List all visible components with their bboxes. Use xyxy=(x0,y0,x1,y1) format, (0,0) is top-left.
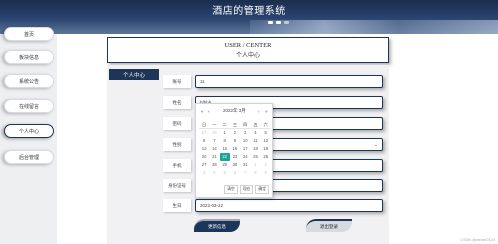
header-banner: 酒店的管理系统 xyxy=(0,0,498,34)
calendar-day[interactable]: 9 xyxy=(230,137,240,145)
date-picker-header: « ‹ 2022年 3月 › » xyxy=(196,108,272,114)
birthday-label: 生日 xyxy=(163,199,191,212)
calendar-day[interactable]: 21 xyxy=(209,153,219,161)
weekday-label: 日 xyxy=(199,121,210,129)
calendar-day[interactable]: 12 xyxy=(261,137,271,145)
sidebar-item-forum[interactable]: 板块信息 xyxy=(4,50,54,64)
calendar-day[interactable]: 14 xyxy=(209,145,219,153)
sidebar: 首页 板块信息 系统公告 在线留言 个人中心 后台管理 xyxy=(0,27,57,244)
year-month-label[interactable]: 2022年 3月 xyxy=(223,108,246,114)
calendar-week-row: 13 14 15 16 17 18 19 xyxy=(199,145,271,153)
calendar-day-selected[interactable]: 22 xyxy=(219,153,230,161)
calendar-day[interactable]: 6 xyxy=(199,137,209,145)
calendar-grid: 日一二三四五六 27 28 1 2 3 4 5 6 7 8 9 10 11 12 13 14 15 16 17 18 1… xyxy=(199,121,271,177)
carousel-dot[interactable] xyxy=(284,21,289,24)
calendar-day[interactable]: 30 xyxy=(230,161,240,169)
clear-button[interactable]: 清空 xyxy=(224,185,238,194)
birthday-input[interactable]: 2022-03-22 xyxy=(195,199,383,212)
calendar-day-outside[interactable]: 2 xyxy=(261,161,271,169)
watermark: CSDN @weixin0123 xyxy=(460,238,495,242)
calendar-day[interactable]: 20 xyxy=(199,153,209,161)
sidebar-item-messages[interactable]: 在线留言 xyxy=(4,99,54,113)
weekday-label: 六 xyxy=(260,121,271,129)
page-title-box: USER / CENTER 个人中心 xyxy=(107,37,389,63)
account-input[interactable]: 11 xyxy=(195,75,383,88)
calendar-day[interactable]: 8 xyxy=(220,137,230,145)
calendar-day[interactable]: 3 xyxy=(240,129,250,137)
sidebar-item-home[interactable]: 首页 xyxy=(4,27,54,41)
tab-profile[interactable]: 个人中心 xyxy=(109,69,159,80)
now-button[interactable]: 现在 xyxy=(239,185,254,194)
confirm-button[interactable]: 确定 xyxy=(255,185,269,194)
calendar-day[interactable]: 27 xyxy=(199,161,209,169)
weekday-label: 五 xyxy=(250,121,261,129)
prev-month-icon[interactable]: ‹ xyxy=(208,109,210,114)
weekday-label: 一 xyxy=(209,121,220,129)
calendar-day[interactable]: 4 xyxy=(250,129,260,137)
logout-button[interactable]: 退出登录 xyxy=(306,219,352,232)
account-label: 账号 xyxy=(163,75,191,88)
calendar-day[interactable]: 13 xyxy=(199,145,209,153)
page-title-en: USER / CENTER xyxy=(224,42,272,49)
calendar-day-outside[interactable]: 8 xyxy=(250,169,260,177)
calendar-day-outside[interactable]: 3 xyxy=(199,169,209,177)
calendar-week-row: 3456789 xyxy=(199,169,271,177)
calendar-day[interactable]: 19 xyxy=(261,145,271,153)
calendar-day[interactable]: 25 xyxy=(250,153,260,161)
weekday-label: 二 xyxy=(219,121,230,129)
weekday-header: 日一二三四五六 xyxy=(199,121,271,129)
date-picker-popup: « ‹ 2022年 3月 › » 日一二三四五六 27 28 1 2 3 4 5 6 7 8 9 10… xyxy=(195,103,273,198)
calendar-day-outside[interactable]: 1 xyxy=(250,161,260,169)
calendar-day-outside[interactable]: 9 xyxy=(261,169,271,177)
calendar-week-row: 27 28 29 30 31 1 2 xyxy=(199,161,271,169)
calendar-day[interactable]: 31 xyxy=(240,161,250,169)
calendar-day[interactable]: 28 xyxy=(209,161,219,169)
sidebar-item-profile[interactable]: 个人中心 xyxy=(4,124,54,138)
sidebar-item-announcements[interactable]: 系统公告 xyxy=(4,74,54,88)
phone-label: 手机 xyxy=(163,159,191,172)
calendar-day[interactable]: 18 xyxy=(250,145,260,153)
calendar-day[interactable]: 5 xyxy=(261,129,271,137)
page-title-cn: 个人中心 xyxy=(235,53,260,59)
next-month-icon[interactable]: › xyxy=(258,109,260,114)
calendar-week-row: 27 28 1 2 3 4 5 xyxy=(199,129,271,137)
id-card-label: 身份证号 xyxy=(163,179,191,192)
weekday-label: 三 xyxy=(229,121,241,129)
weekday-label: 四 xyxy=(240,121,251,129)
update-info-button[interactable]: 更新信息 xyxy=(194,219,240,232)
calendar-day[interactable]: 15 xyxy=(220,145,230,153)
calendar-day-outside[interactable]: 28 xyxy=(209,129,219,137)
carousel-dot[interactable] xyxy=(268,21,273,24)
site-title: 酒店的管理系统 xyxy=(212,6,286,17)
calendar-day[interactable]: 23 xyxy=(230,153,240,161)
calendar-day-outside[interactable]: 6 xyxy=(230,169,240,177)
calendar-day[interactable]: 10 xyxy=(240,137,250,145)
calendar-day-outside[interactable]: 7 xyxy=(240,169,250,177)
date-picker-footer: 清空 现在 确定 xyxy=(224,185,269,194)
calendar-day[interactable]: 11 xyxy=(250,137,260,145)
password-label: 密码 xyxy=(163,117,191,130)
carousel-indicators[interactable] xyxy=(268,21,289,24)
gender-label: 性别 xyxy=(163,138,191,151)
calendar-day[interactable]: 26 xyxy=(261,153,271,161)
calendar-day[interactable]: 24 xyxy=(240,153,250,161)
calendar-week-row: 20 21 22 23 24 25 26 xyxy=(199,153,271,161)
calendar-day[interactable]: 29 xyxy=(220,161,230,169)
calendar-day-outside[interactable]: 4 xyxy=(209,169,219,177)
calendar-day-outside[interactable]: 27 xyxy=(199,129,209,137)
next-year-icon[interactable]: » xyxy=(265,109,268,114)
prev-year-icon[interactable]: « xyxy=(201,109,204,114)
calendar-day-outside[interactable]: 5 xyxy=(220,169,230,177)
name-label: 姓名 xyxy=(163,96,191,109)
calendar-day[interactable]: 1 xyxy=(220,129,230,137)
calendar-day[interactable]: 16 xyxy=(230,145,240,153)
calendar-week-row: 6 7 8 9 10 11 12 xyxy=(199,137,271,145)
sidebar-item-admin[interactable]: 后台管理 xyxy=(4,150,54,164)
calendar-day[interactable]: 17 xyxy=(240,145,250,153)
chevron-down-icon: ⌄ xyxy=(373,142,378,148)
calendar-day[interactable]: 7 xyxy=(209,137,219,145)
calendar-day[interactable]: 2 xyxy=(230,129,240,137)
carousel-dot[interactable] xyxy=(276,21,281,24)
